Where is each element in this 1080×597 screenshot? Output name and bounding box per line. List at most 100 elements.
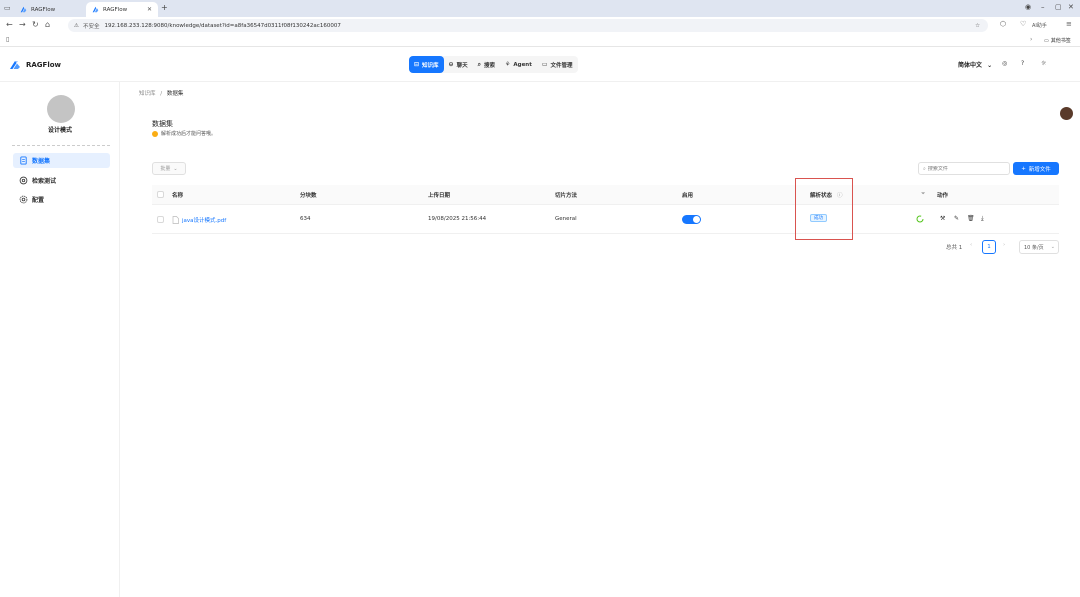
breadcrumb-current: 数据集 (166, 91, 184, 97)
nav-knowledge-base[interactable]: ⊟ 知识库 (409, 56, 444, 73)
filter-icon[interactable]: ⏷ (921, 191, 925, 198)
nav-label: 搜索 (483, 62, 495, 69)
favorites-icon[interactable]: ♡ (1020, 20, 1026, 28)
subtitle-text: 解析成功后才能问答哦。 (161, 131, 217, 137)
top-navigation: ⊟ 知识库 ⊖ 聊天 ⌕ 搜索 ⚘ Agent ▭ 文件管理 (409, 56, 578, 73)
reload-icon[interactable]: ↻ (32, 20, 39, 29)
file-icon (20, 156, 27, 165)
forward-icon[interactable]: → (19, 20, 26, 29)
nav-file-management[interactable]: ▭ 文件管理 (537, 56, 578, 73)
page-number-1[interactable]: 1 (982, 240, 996, 254)
file-name-link[interactable]: java设计模式.pdf (182, 216, 226, 224)
theme-toggle-icon[interactable]: ☼ (1041, 60, 1046, 67)
tab-actions-icon[interactable]: ▭ (4, 4, 11, 12)
other-bookmarks[interactable]: ▭ 其他书签 (1044, 37, 1071, 45)
edit-icon[interactable]: ✎ (954, 215, 959, 222)
column-header-actions: 动作 (937, 193, 949, 199)
page-size-select[interactable]: 10 条/页 ⌄ (1019, 240, 1059, 254)
column-header-name[interactable]: 名称 (172, 191, 183, 199)
ai-assistant-button[interactable]: AI助手 (1032, 22, 1047, 29)
search-icon: ⌕ (923, 165, 926, 172)
sidebar-item-config[interactable]: 配置 (13, 192, 110, 207)
language-label: 简体中文 (958, 62, 983, 69)
browser-tab-1[interactable]: RAGFlow (14, 2, 84, 17)
kb-name: 设计模式 (47, 127, 72, 134)
bulk-action-button[interactable]: 批量 ⌄ (152, 162, 186, 175)
nav-search[interactable]: ⌕ 搜索 (473, 56, 500, 73)
close-tab-icon[interactable]: ✕ (147, 6, 152, 13)
chevron-down-icon: ⌄ (173, 165, 178, 172)
page-size-label: 10 条/页 (1024, 244, 1044, 251)
folder-icon: ▭ (1044, 37, 1049, 44)
database-icon: ⊟ (414, 61, 420, 68)
minimize-icon[interactable]: – (1041, 3, 1045, 11)
download-icon[interactable]: ⤓ (981, 215, 984, 223)
add-file-button[interactable]: + 新增文件 (1013, 162, 1059, 175)
search-box: ⌕ (918, 162, 1010, 175)
bookmarks-bar: ▯ › ▭ 其他书签 (0, 34, 1080, 47)
sidebar-item-label: 检索测试 (32, 178, 57, 185)
app-header: RAGFlow ⊟ 知识库 ⊖ 聊天 ⌕ 搜索 ⚘ Agent ▭ 文件管理 简… (0, 48, 1080, 120)
browser-tab-2[interactable]: RAGFlow ✕ (86, 2, 158, 17)
user-avatar[interactable] (1060, 107, 1073, 120)
highlight-annotation (795, 178, 853, 240)
chevron-right-icon[interactable]: › (1030, 36, 1032, 43)
pdf-file-icon (172, 216, 179, 224)
sidebar-item-retrieval-test[interactable]: 检索测试 (13, 173, 110, 188)
prev-page-icon[interactable]: ‹ (970, 242, 972, 248)
column-header-chunk-method: 切片方法 (555, 193, 578, 199)
profile-icon[interactable]: ◉ (1025, 3, 1031, 11)
maximize-icon[interactable]: ▢ (1055, 3, 1062, 11)
file-name-cell[interactable]: java设计模式.pdf (172, 216, 226, 224)
home-icon[interactable]: ⌂ (45, 20, 50, 29)
nav-chat[interactable]: ⊖ 聊天 (444, 56, 473, 73)
back-icon[interactable]: ← (6, 20, 13, 29)
wrench-icon[interactable]: ⚒ (940, 215, 945, 222)
next-page-icon[interactable]: › (1003, 242, 1005, 248)
kb-avatar (47, 95, 75, 123)
brand[interactable]: RAGFlow (9, 59, 61, 71)
search-input[interactable] (927, 165, 1006, 172)
browser-tab-label: RAGFlow (31, 6, 56, 13)
url-text: 192.168.233.128:9080/knowledge/dataset?i… (104, 22, 341, 29)
column-header-chunks[interactable]: 分块数 (300, 191, 317, 199)
breadcrumb-root[interactable]: 知识库 (139, 91, 156, 97)
chunk-count-cell: 634 (300, 216, 311, 222)
sidebar-item-label: 数据集 (32, 158, 51, 165)
other-bookmarks-label: 其他书签 (1050, 38, 1071, 44)
table-row: java设计模式.pdf 634 19/08/2025 21:56:44 Gen… (152, 206, 1059, 234)
agent-icon: ⚘ (504, 61, 511, 68)
page-title: 数据集 (152, 120, 173, 128)
extensions-icon[interactable]: ⬡ (1000, 20, 1006, 28)
bookmark-folder-icon[interactable]: ▯ (6, 36, 9, 43)
language-selector[interactable]: 简体中文 ⌄ (958, 60, 992, 69)
chevron-down-icon: ⌄ (1050, 244, 1055, 250)
enable-toggle[interactable] (682, 215, 701, 224)
sidebar-item-dataset[interactable]: 数据集 (13, 153, 110, 168)
menu-icon[interactable]: ≡ (1066, 20, 1072, 28)
column-header-upload-date[interactable]: 上传日期 (428, 191, 450, 199)
add-file-label: 新增文件 (1028, 166, 1051, 173)
sidebar-divider (12, 145, 110, 146)
url-field[interactable]: ⚠ 不安全 192.168.233.128:9080/knowledge/dat… (68, 19, 988, 32)
chunk-method-cell[interactable]: General (555, 216, 577, 222)
new-tab-icon[interactable]: + (161, 3, 168, 12)
column-header-enabled: 启用 (682, 193, 694, 199)
close-window-icon[interactable]: ✕ (1068, 3, 1074, 11)
refresh-parse-icon[interactable] (916, 215, 924, 223)
pagination-total: 总共 1 (946, 245, 963, 251)
chevron-down-icon: ⌄ (987, 62, 993, 69)
address-bar: ← → ↻ ⌂ ⚠ 不安全 192.168.233.128:9080/knowl… (0, 17, 1080, 34)
table-header: 名称 分块数 上传日期 切片方法 启用 解析状态 ⓘ ⏷ 动作 (152, 185, 1059, 205)
retrieval-icon (19, 176, 28, 185)
nav-agent[interactable]: ⚘ Agent (500, 56, 537, 73)
delete-icon[interactable]: 🗑 (967, 215, 975, 222)
github-icon[interactable]: ◎ (1002, 60, 1007, 67)
help-icon[interactable]: ? (1021, 60, 1024, 67)
select-all-checkbox[interactable] (157, 191, 164, 198)
browser-tab-label: RAGFlow (103, 6, 128, 13)
breadcrumb-separator: / (160, 91, 163, 97)
plus-icon: + (1021, 165, 1026, 172)
row-checkbox[interactable] (157, 216, 164, 223)
star-icon[interactable]: ☆ (975, 23, 980, 29)
